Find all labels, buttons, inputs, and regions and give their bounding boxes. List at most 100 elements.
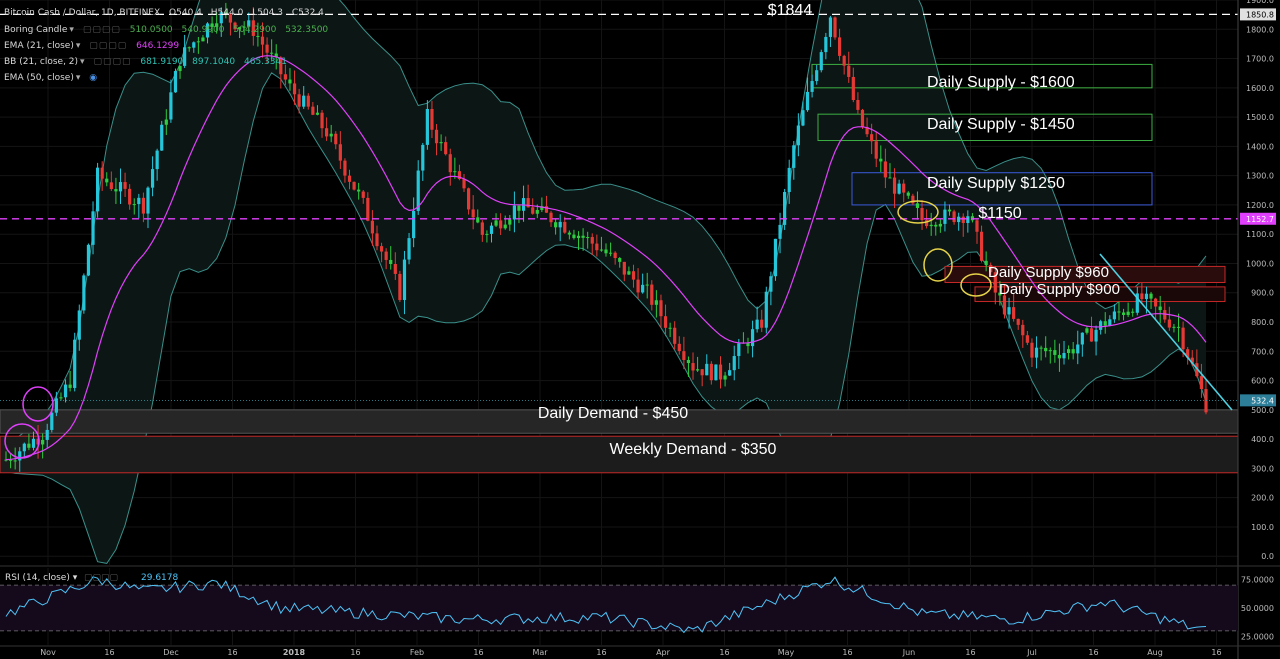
- candle-body: [1144, 293, 1149, 300]
- candle-body: [150, 169, 155, 188]
- time-tick-label: 16: [104, 648, 114, 657]
- candle-body: [398, 273, 402, 301]
- candle-body: [439, 142, 443, 144]
- candle-body: [608, 252, 613, 254]
- chevron-down-icon[interactable]: ▾: [69, 25, 74, 35]
- indicator-buttons[interactable]: ▢▢▢▢: [89, 41, 127, 51]
- candle-body: [91, 211, 95, 245]
- candle-body: [650, 284, 654, 305]
- candle-body: [471, 209, 475, 218]
- candle-body: [700, 369, 704, 376]
- candle-body: [883, 161, 887, 178]
- candle-body: [668, 327, 672, 329]
- candle-body: [966, 216, 970, 224]
- candle-body: [1131, 311, 1135, 313]
- candle-body: [975, 220, 979, 232]
- candle-body: [430, 108, 434, 130]
- rsi-tick-label: 25.0000: [1241, 633, 1274, 642]
- symbol-legend[interactable]: Bitcoin Cash / Dollar, 1D, BITFINEX O540…: [4, 8, 324, 18]
- indicator-value: 504.2900: [233, 25, 277, 35]
- chart-canvas[interactable]: $1844 $1150 Daily Supply - $1600 Daily Supp…: [0, 0, 1280, 659]
- candle-body: [769, 276, 773, 292]
- candle-body: [412, 210, 416, 239]
- candle-body: [59, 397, 63, 399]
- chevron-down-icon[interactable]: ▾: [76, 41, 81, 51]
- candle-body: [558, 221, 562, 228]
- candle-body: [1149, 293, 1153, 299]
- candle-body: [842, 55, 846, 66]
- candle-body: [485, 233, 489, 235]
- candle-body: [187, 47, 191, 49]
- candle-body: [347, 175, 352, 182]
- candle-body: [375, 233, 379, 247]
- candle-body: [879, 158, 883, 162]
- candle-body: [1062, 352, 1066, 359]
- candle-body: [915, 203, 920, 209]
- candle-body: [444, 142, 448, 155]
- candle-body: [590, 237, 594, 244]
- candle-body: [1016, 318, 1020, 325]
- candle-body: [1002, 295, 1007, 315]
- time-tick-label: Aug: [1147, 648, 1163, 657]
- time-tick-label: 16: [1211, 648, 1221, 657]
- candle-body: [1176, 326, 1181, 328]
- candle-body: [480, 222, 484, 235]
- indicator-value: 897.1040: [192, 57, 236, 67]
- candle-body: [709, 363, 713, 381]
- indicator-buttons[interactable]: ▢▢▢▢: [93, 57, 131, 67]
- candle-body: [96, 167, 100, 212]
- indicator-row-ema21[interactable]: EMA (21, close) ▾ ▢▢▢▢ 646.1299: [4, 41, 179, 51]
- candle-body: [297, 94, 301, 107]
- candle-body: [1099, 321, 1103, 330]
- time-tick-label: Jun: [902, 648, 916, 657]
- candle-body: [870, 134, 874, 142]
- candle-body: [155, 150, 159, 170]
- candle-body: [1030, 342, 1034, 358]
- candle-body: [146, 187, 150, 214]
- price-axis: 1900.0 1800.0 1700.0 1600.0 1500.0 1400.0 1300…: [1237, 0, 1280, 659]
- candle-body: [393, 263, 397, 274]
- candle-body: [132, 204, 136, 206]
- candle-body: [1034, 347, 1039, 358]
- time-tick-label: Mar: [532, 648, 548, 657]
- indicator-row-bb[interactable]: BB (21, close, 2) ▾ ▢▢▢▢ 681.9190 897.104…: [4, 57, 287, 67]
- candle-body: [902, 183, 906, 193]
- candle-body: [599, 249, 604, 251]
- candle-body: [302, 95, 306, 107]
- candle-body: [659, 300, 663, 317]
- label-weekly-demand: Weekly Demand - $350: [610, 441, 777, 458]
- indicator-buttons[interactable]: ▢▢▢▢: [83, 25, 121, 35]
- candle-body: [137, 197, 141, 205]
- symbol-title: Bitcoin Cash / Dollar, 1D, BITFINEX: [4, 8, 161, 18]
- chevron-down-icon[interactable]: ▾: [80, 57, 85, 67]
- candle-body: [586, 237, 590, 239]
- label-supply-1600: Daily Supply - $1600: [927, 74, 1075, 91]
- indicator-label: Boring Candle: [4, 25, 68, 35]
- candle-body: [389, 259, 393, 264]
- candle-body: [764, 291, 768, 328]
- candle-body: [499, 220, 503, 229]
- candle-body: [425, 108, 429, 145]
- indicator-row-boring[interactable]: Boring Candle ▾ ▢▢▢▢ 510.0500 540.9900 50…: [4, 25, 328, 35]
- candle-body: [1048, 350, 1052, 352]
- candle-body: [1039, 347, 1043, 349]
- candle-body: [837, 37, 842, 56]
- candle-body: [957, 216, 961, 223]
- candle-body: [778, 224, 782, 239]
- candle-body: [952, 211, 956, 223]
- candle-body: [576, 235, 581, 239]
- candle-body: [1158, 306, 1162, 311]
- candle-body: [169, 92, 173, 120]
- chevron-down-icon[interactable]: ▾: [76, 73, 81, 83]
- candle-body: [192, 42, 196, 48]
- candle-body: [1007, 307, 1011, 315]
- candle-body: [892, 177, 897, 194]
- candle-body: [100, 167, 104, 179]
- time-tick-label: 16: [227, 648, 237, 657]
- candle-body: [737, 343, 741, 357]
- candle-body: [1167, 319, 1171, 328]
- eye-icon[interactable]: ◉: [89, 73, 98, 83]
- time-tick-label: May: [778, 648, 795, 657]
- indicator-row-ema50[interactable]: EMA (50, close) ▾ ◉: [4, 73, 98, 83]
- candle-body: [755, 319, 759, 330]
